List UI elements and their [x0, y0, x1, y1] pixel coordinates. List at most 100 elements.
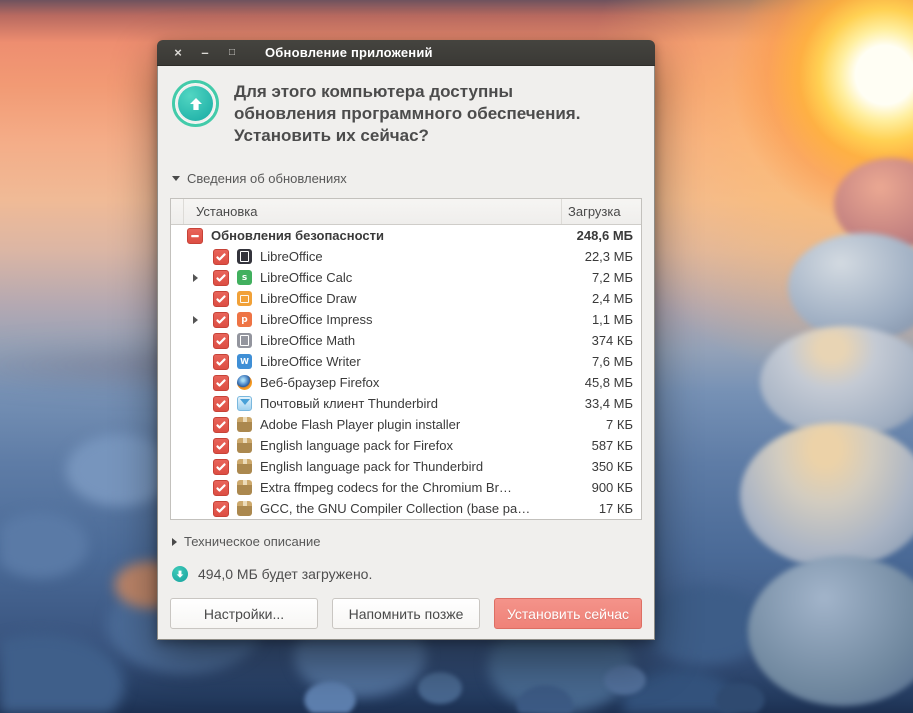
- checkbox-checked[interactable]: [213, 416, 229, 433]
- remind-later-button[interactable]: Напомнить позже: [332, 598, 480, 629]
- maximize-icon[interactable]: □: [223, 44, 241, 62]
- row-expander-icon[interactable]: [193, 315, 198, 324]
- update-row[interactable]: LibreOffice Draw 2,4 МБ: [171, 288, 641, 309]
- header-message-line: Для этого компьютера доступны: [234, 82, 514, 101]
- checkbox-checked[interactable]: [213, 500, 229, 517]
- update-row[interactable]: English language pack for Thunderbird 350…: [171, 456, 641, 477]
- close-icon[interactable]: ×: [169, 44, 187, 62]
- update-row[interactable]: Adobe Flash Player plugin installer 7 КБ: [171, 414, 641, 435]
- window-title: Обновление приложений: [265, 45, 433, 60]
- package-icon: [237, 501, 252, 516]
- group-label: Обновления безопасности: [211, 228, 384, 243]
- package-name: LibreOffice Impress: [260, 312, 373, 327]
- package-name: LibreOffice Writer: [260, 354, 361, 369]
- package-name: Adobe Flash Player plugin installer: [260, 417, 461, 432]
- firefox-icon: [237, 375, 252, 390]
- update-row[interactable]: English language pack for Firefox 587 КБ: [171, 435, 641, 456]
- header-message: Для этого компьютера доступны обновления…: [234, 80, 580, 147]
- package-icon: [237, 480, 252, 495]
- table-body: Обновления безопасности 248,6 МБ LibreOffi…: [171, 225, 641, 519]
- expander-slot: [193, 273, 213, 282]
- download-size: 22,3 МБ: [584, 249, 633, 264]
- checkbox-checked[interactable]: [213, 479, 229, 496]
- tech-description-expander[interactable]: Техническое описание: [172, 534, 642, 549]
- calc-icon: [237, 270, 252, 285]
- package-name: GCC, the GNU Compiler Collection (base p…: [260, 501, 531, 516]
- header: Для этого компьютера доступны обновления…: [170, 79, 642, 147]
- expander-slot: [193, 315, 213, 324]
- gutter-column-header: [171, 199, 184, 224]
- package-icon: [237, 438, 252, 453]
- update-row[interactable]: GCC, the GNU Compiler Collection (base p…: [171, 498, 641, 519]
- row-expander-icon[interactable]: [193, 273, 198, 282]
- tech-description-label: Техническое описание: [184, 534, 321, 549]
- column-header-install[interactable]: Установка: [184, 199, 562, 224]
- checkbox-checked[interactable]: [213, 269, 229, 286]
- button-row: Настройки... Напомнить позже Установить …: [170, 598, 642, 629]
- download-size: 900 КБ: [591, 480, 633, 495]
- chevron-right-icon: [172, 537, 177, 546]
- checkbox-checked[interactable]: [213, 437, 229, 454]
- security-updates-group-row[interactable]: Обновления безопасности 248,6 МБ: [171, 225, 641, 246]
- update-row[interactable]: Почтовый клиент Thunderbird 33,4 МБ: [171, 393, 641, 414]
- update-manager-window: × – □ Обновление приложений Для этого ко…: [157, 40, 655, 640]
- impress-icon: [237, 312, 252, 327]
- settings-button[interactable]: Настройки...: [170, 598, 318, 629]
- details-expander[interactable]: Сведения об обновлениях: [172, 171, 642, 186]
- checkbox-checked[interactable]: [213, 458, 229, 475]
- updates-table: Установка Загрузка Обновления безопаснос…: [170, 198, 642, 520]
- checkbox-partial[interactable]: [187, 227, 203, 244]
- checkbox-checked[interactable]: [213, 395, 229, 412]
- package-name: LibreOffice: [260, 249, 323, 264]
- checkbox-checked[interactable]: [213, 332, 229, 349]
- checkbox-checked[interactable]: [213, 248, 229, 265]
- download-summary: 494,0 МБ будет загружено.: [172, 566, 642, 582]
- download-size: 587 КБ: [591, 438, 633, 453]
- update-row[interactable]: Веб-браузер Firefox 45,8 МБ: [171, 372, 641, 393]
- up-arrow-icon: [178, 86, 213, 121]
- table-header: Установка Загрузка: [171, 199, 641, 225]
- package-name: English language pack for Thunderbird: [260, 459, 484, 474]
- titlebar[interactable]: × – □ Обновление приложений: [157, 40, 655, 66]
- software-updater-icon: [172, 80, 219, 127]
- chevron-down-icon: [172, 176, 180, 181]
- update-row[interactable]: Extra ffmpeg codecs for the Chromium Br……: [171, 477, 641, 498]
- writer-icon: [237, 354, 252, 369]
- minimize-icon[interactable]: –: [196, 44, 214, 62]
- update-row[interactable]: LibreOffice Math 374 КБ: [171, 330, 641, 351]
- checkbox-checked[interactable]: [213, 353, 229, 370]
- update-row[interactable]: LibreOffice Calc 7,2 МБ: [171, 267, 641, 288]
- dialog-body: Для этого компьютера доступны обновления…: [157, 66, 655, 640]
- package-name: LibreOffice Math: [260, 333, 356, 348]
- download-size: 1,1 МБ: [591, 312, 633, 327]
- package-icon: [237, 417, 252, 432]
- download-size: 7,2 МБ: [591, 270, 633, 285]
- details-expander-label: Сведения об обновлениях: [187, 171, 347, 186]
- checkbox-checked[interactable]: [213, 374, 229, 391]
- download-size: 17 КБ: [598, 501, 633, 516]
- package-name: Почтовый клиент Thunderbird: [260, 396, 438, 411]
- download-icon: [172, 566, 188, 582]
- package-name: Extra ffmpeg codecs for the Chromium Br…: [260, 480, 512, 495]
- download-summary-text: 494,0 МБ будет загружено.: [198, 566, 373, 582]
- download-size: 248,6 МБ: [576, 228, 633, 243]
- package-name: Веб-браузер Firefox: [260, 375, 380, 390]
- package-name: LibreOffice Calc: [260, 270, 353, 285]
- update-row[interactable]: LibreOffice Writer 7,6 МБ: [171, 351, 641, 372]
- checkbox-checked[interactable]: [213, 290, 229, 307]
- header-message-line: Установить их сейчас?: [234, 126, 429, 145]
- download-size: 45,8 МБ: [584, 375, 633, 390]
- download-size: 33,4 МБ: [584, 396, 633, 411]
- update-row[interactable]: LibreOffice 22,3 МБ: [171, 246, 641, 267]
- libreoffice-icon: [237, 249, 252, 264]
- header-message-line: обновления программного обеспечения.: [234, 104, 581, 123]
- column-header-download[interactable]: Загрузка: [562, 199, 641, 224]
- download-size: 7 КБ: [606, 417, 633, 432]
- update-row[interactable]: LibreOffice Impress 1,1 МБ: [171, 309, 641, 330]
- download-size: 2,4 МБ: [591, 291, 633, 306]
- download-size: 7,6 МБ: [591, 354, 633, 369]
- package-icon: [237, 459, 252, 474]
- install-now-button[interactable]: Установить сейчас: [494, 598, 642, 629]
- package-name: English language pack for Firefox: [260, 438, 453, 453]
- checkbox-checked[interactable]: [213, 311, 229, 328]
